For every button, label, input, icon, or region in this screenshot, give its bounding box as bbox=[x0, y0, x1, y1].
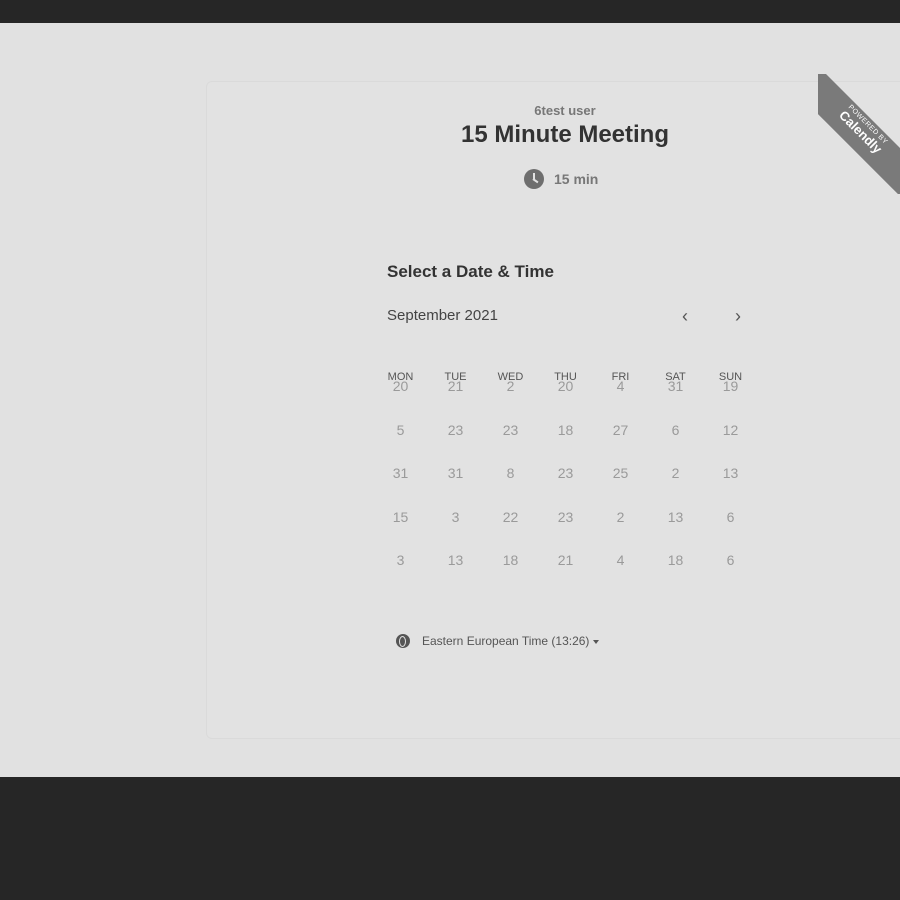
calendar-day: 13 bbox=[447, 552, 464, 568]
calendar-day: 31 bbox=[447, 465, 464, 481]
calendar-week: 3 13 18 21 4 18 6 bbox=[373, 552, 758, 568]
calendar-day: 23 bbox=[502, 422, 519, 438]
caret-down-icon bbox=[593, 639, 600, 644]
event-title: 15 Minute Meeting bbox=[460, 121, 670, 148]
calendar-day: 27 bbox=[612, 422, 629, 438]
calendar-week: 5 23 23 18 27 6 12 bbox=[373, 422, 758, 438]
previous-month-button[interactable]: ‹ bbox=[672, 303, 698, 329]
select-date-time-heading: Select a Date & Time bbox=[387, 262, 554, 281]
calendar-day: 21 bbox=[447, 378, 464, 394]
calendar-week: 31 31 8 23 25 2 13 bbox=[373, 465, 758, 481]
calendar-day: 23 bbox=[557, 509, 574, 525]
calendar-day: 2 bbox=[506, 378, 515, 394]
calendar-day: 6 bbox=[671, 422, 680, 438]
calendar-day: 23 bbox=[557, 465, 574, 481]
calendar-week: 15 3 22 23 2 13 6 bbox=[373, 509, 758, 525]
calendar-day: 12 bbox=[722, 422, 739, 438]
calendar-day: 6 bbox=[726, 552, 735, 568]
calendar-day: 3 bbox=[396, 552, 405, 568]
calendar-day: 13 bbox=[667, 509, 684, 525]
event-duration: 15 min bbox=[524, 169, 598, 189]
calendar-day: 18 bbox=[502, 552, 519, 568]
calendar-day: 31 bbox=[392, 465, 409, 481]
clock-icon bbox=[524, 169, 544, 189]
calendar-day: 2 bbox=[671, 465, 680, 481]
calendar-day: 31 bbox=[667, 378, 684, 394]
timezone-label: Eastern European Time (13:26) bbox=[422, 634, 600, 648]
globe-icon bbox=[396, 634, 410, 648]
calendar-day: 13 bbox=[722, 465, 739, 481]
calendar-day: 18 bbox=[667, 552, 684, 568]
calendar-day: 19 bbox=[722, 378, 739, 394]
booking-viewport: POWERED BY Calendly 6test user 15 Minute… bbox=[0, 23, 900, 777]
calendar-day: 18 bbox=[557, 422, 574, 438]
calendar-week: 20 21 2 20 4 31 19 bbox=[373, 378, 758, 394]
chevron-right-icon: › bbox=[735, 305, 741, 326]
calendar-day: 5 bbox=[396, 422, 405, 438]
chevron-left-icon: ‹ bbox=[682, 305, 688, 326]
calendar-day: 25 bbox=[612, 465, 629, 481]
calendar-day: 21 bbox=[557, 552, 574, 568]
calendar-day: 6 bbox=[726, 509, 735, 525]
calendar-day: 15 bbox=[392, 509, 409, 525]
calendar-day: 3 bbox=[451, 509, 460, 525]
timezone-selector[interactable]: Eastern European Time (13:26) bbox=[396, 634, 600, 648]
calendar-day: 8 bbox=[506, 465, 515, 481]
next-month-button[interactable]: › bbox=[725, 303, 751, 329]
calendar-day: 4 bbox=[616, 378, 625, 394]
calendar-day: 23 bbox=[447, 422, 464, 438]
duration-label: 15 min bbox=[554, 171, 599, 187]
month-label: September 2021 bbox=[387, 307, 498, 324]
calendar-day: 2 bbox=[616, 509, 625, 525]
calendar-day: 4 bbox=[616, 552, 625, 568]
event-owner: 6test user bbox=[534, 103, 596, 118]
calendar-day: 20 bbox=[392, 378, 409, 394]
calendar-day: 22 bbox=[502, 509, 519, 525]
calendar-day: 20 bbox=[557, 378, 574, 394]
